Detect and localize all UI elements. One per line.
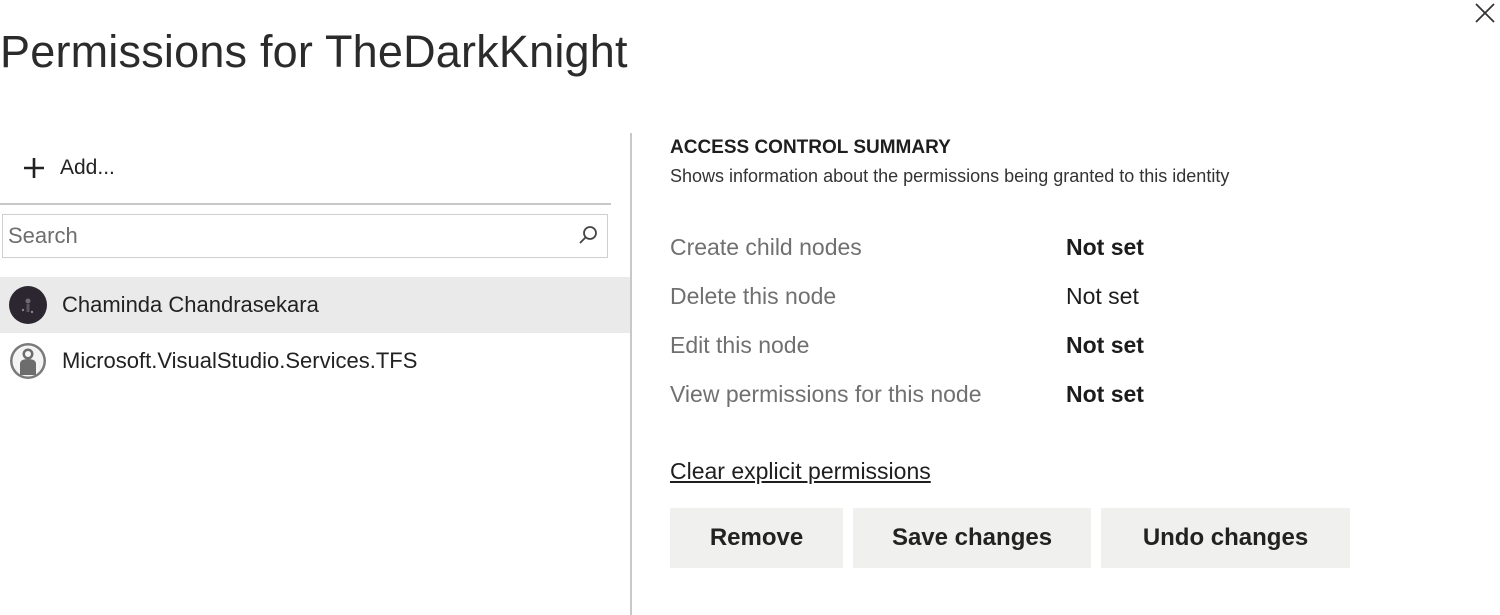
permission-value[interactable]: Not set	[1066, 332, 1144, 359]
permissions-dialog: Permissions for TheDarkKnight Add... Cha…	[0, 0, 1500, 615]
service-identity-avatar	[10, 343, 46, 379]
undo-changes-button[interactable]: Undo changes	[1101, 508, 1350, 568]
clear-permissions-link[interactable]: Clear explicit permissions	[670, 458, 931, 485]
permission-value[interactable]: Not set	[1066, 234, 1144, 261]
identity-name: Microsoft.VisualStudio.Services.TFS	[62, 348, 418, 373]
add-button[interactable]: Add...	[22, 150, 115, 186]
permission-value[interactable]: Not set	[1066, 283, 1139, 310]
identity-name: Chaminda Chandrasekara	[62, 292, 319, 317]
divider	[0, 203, 611, 205]
identity-list: Chaminda Chandrasekara Microsoft.VisualS…	[0, 277, 630, 389]
close-button[interactable]	[1470, 0, 1500, 30]
user-photo-avatar	[9, 286, 47, 324]
permission-row: View permissions for this node Not set	[670, 375, 1270, 424]
permission-row: Delete this node Not set	[670, 277, 1270, 326]
remove-button[interactable]: Remove	[670, 508, 843, 568]
permissions-table: Create child nodes Not set Delete this n…	[670, 228, 1270, 424]
permission-row: Create child nodes Not set	[670, 228, 1270, 277]
permission-name: View permissions for this node	[670, 381, 982, 407]
page-title: Permissions for TheDarkKnight	[0, 26, 628, 77]
plus-icon	[24, 158, 44, 178]
save-changes-button[interactable]: Save changes	[853, 508, 1091, 568]
close-icon	[1475, 3, 1495, 23]
permission-name: Create child nodes	[670, 234, 862, 260]
permission-name: Delete this node	[670, 283, 837, 309]
search-input[interactable]	[8, 215, 553, 257]
search-box	[2, 214, 608, 258]
summary-title: ACCESS CONTROL SUMMARY	[670, 137, 951, 158]
panel-divider	[630, 133, 632, 615]
summary-subtitle: Shows information about the permissions …	[670, 166, 1230, 186]
identity-item[interactable]: Microsoft.VisualStudio.Services.TFS	[0, 333, 630, 389]
add-button-label: Add...	[60, 156, 115, 179]
identity-item[interactable]: Chaminda Chandrasekara	[0, 277, 630, 333]
permission-row: Edit this node Not set	[670, 326, 1270, 375]
permission-value[interactable]: Not set	[1066, 381, 1144, 408]
permission-name: Edit this node	[670, 332, 810, 358]
search-icon[interactable]	[577, 225, 599, 247]
